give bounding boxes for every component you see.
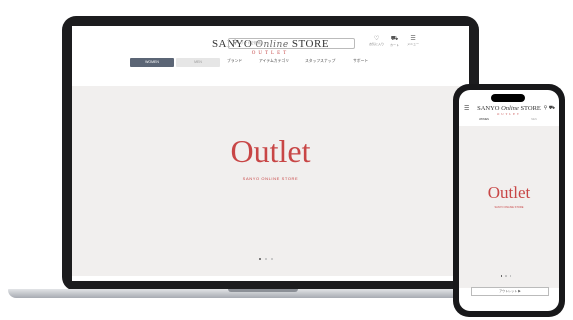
favorite-button[interactable]: ♡ お気に入り: [369, 35, 384, 46]
dynamic-island: [491, 94, 525, 102]
nav-item-category[interactable]: アイテムカテゴリ: [259, 59, 289, 64]
nav-staff-snap[interactable]: スタッフスナップ: [305, 59, 335, 64]
cart-icon: ⛟: [390, 36, 399, 42]
logo-subtitle: OUTLET: [251, 51, 290, 56]
tab-women[interactable]: WOMEN: [130, 58, 174, 67]
phone-screen: ☰ SANYO Online STORE OUTLET ⚲ ⛟ WOMEN ME…: [459, 90, 559, 311]
heart-icon: ♡: [373, 36, 380, 42]
nav-brand[interactable]: ブランド: [227, 59, 242, 64]
hero-title: Outlet: [487, 183, 531, 202]
laptop-notch: [228, 289, 298, 292]
carousel-dot[interactable]: [259, 258, 261, 260]
nav-support[interactable]: サポート: [353, 59, 368, 64]
carousel-dots[interactable]: [499, 264, 513, 282]
menu-icon: ☰: [410, 36, 416, 42]
carousel-dot[interactable]: [265, 258, 267, 260]
search-input[interactable]: キーワードで検索 ⚲: [228, 38, 355, 49]
phone-tabs: WOMEN MEN: [459, 118, 559, 123]
carousel-dot[interactable]: [500, 275, 503, 277]
carousel-dot[interactable]: [505, 275, 507, 277]
hero-subtitle: SANYO ONLINE STORE: [242, 176, 299, 181]
cart-icon[interactable]: ⛟: [549, 105, 555, 111]
carousel-dot[interactable]: [509, 275, 512, 277]
search-icon[interactable]: ⚲: [233, 39, 350, 46]
hero-subtitle: SANYO ONLINE STORE: [494, 206, 524, 209]
laptop-screen: SANYO Online STORE OUTLET キーワードで検索 ⚲ ♡ お…: [72, 26, 469, 281]
tab-men[interactable]: MEN: [176, 58, 220, 67]
header-icons: ⚲ ⛟: [544, 105, 555, 112]
search-icon[interactable]: ⚲: [544, 105, 548, 111]
menu-button[interactable]: ☰ メニュー: [407, 35, 419, 46]
cart-button[interactable]: ⛟ カート: [390, 35, 399, 47]
carousel-dots[interactable]: [257, 247, 275, 265]
tab-women[interactable]: WOMEN: [459, 118, 509, 121]
tab-men[interactable]: MEN: [509, 118, 559, 121]
carousel-dot[interactable]: [271, 258, 273, 260]
outlet-button[interactable]: アウトレット ▶: [471, 287, 549, 296]
hero-title: Outlet: [230, 133, 311, 169]
